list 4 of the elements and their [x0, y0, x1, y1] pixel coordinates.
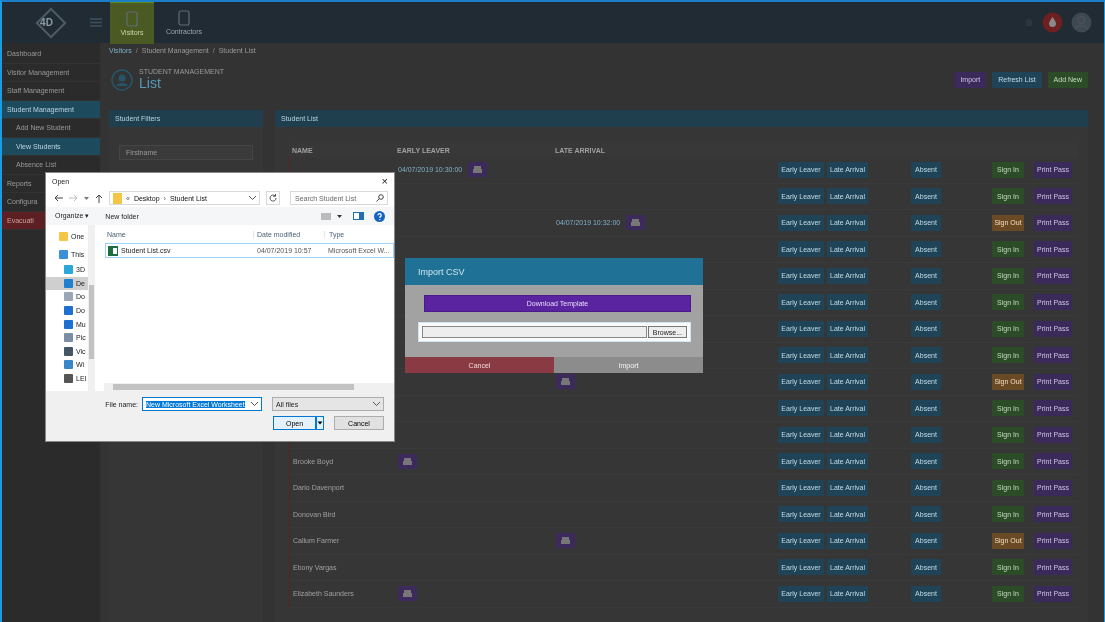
close-button[interactable]: ×: [381, 175, 388, 187]
logo: 4D: [2, 2, 77, 43]
page-title: List: [139, 75, 162, 92]
dialog-title: Import CSV: [405, 258, 703, 285]
